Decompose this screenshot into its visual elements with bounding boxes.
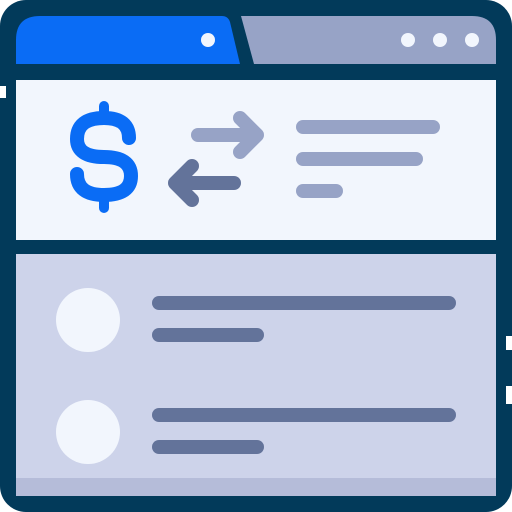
dollar-sign-icon xyxy=(70,101,138,213)
window-dot-icon-2 xyxy=(433,33,447,47)
right-edge-gap-2 xyxy=(506,386,512,404)
browser-window-icon xyxy=(0,0,512,512)
icon-canvas xyxy=(0,0,512,512)
right-edge-gap-1 xyxy=(506,336,512,350)
list-panel-bottom-shade xyxy=(16,478,496,496)
window-dot-icon-1 xyxy=(401,33,415,47)
avatar xyxy=(56,400,120,464)
tab-active-dot-icon xyxy=(201,33,215,47)
tab-bar xyxy=(16,16,496,64)
header-divider xyxy=(0,240,512,254)
tab-inactive xyxy=(241,16,496,64)
window-dot-icon-3 xyxy=(465,33,479,47)
avatar xyxy=(56,288,120,352)
left-edge-gap xyxy=(0,86,6,98)
